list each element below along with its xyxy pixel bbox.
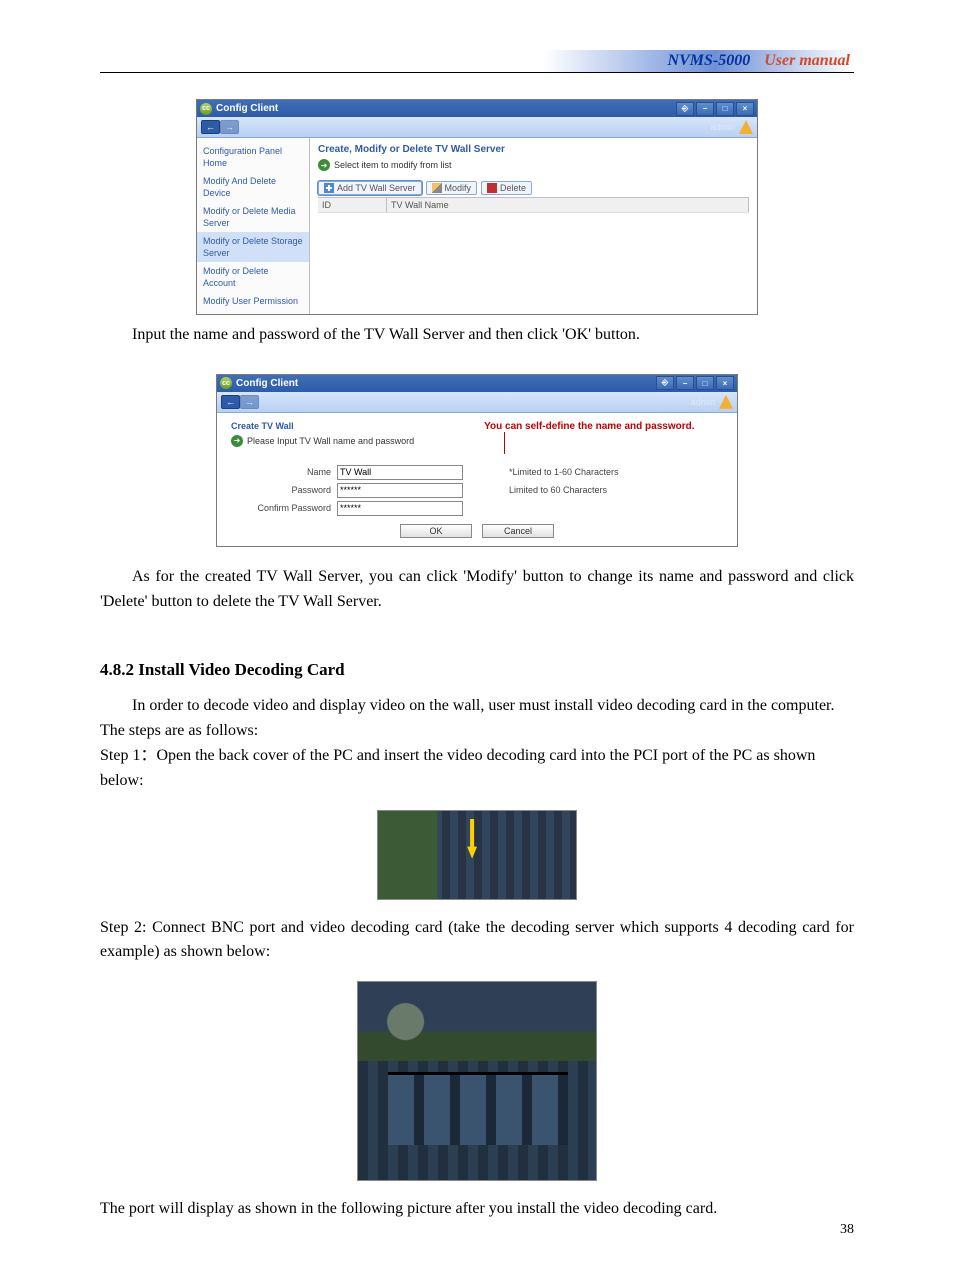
form-hint: Please Input TV Wall name and password bbox=[247, 436, 414, 446]
paragraph-modify-delete: As for the created TV Wall Server, you c… bbox=[100, 565, 854, 615]
hint-icon: ➜ bbox=[231, 435, 243, 447]
maximize-icon[interactable]: □ bbox=[716, 102, 734, 116]
config-client-window-2: cc Config Client ⎆ − □ × ← → admin Creat… bbox=[216, 374, 738, 547]
app-icon: cc bbox=[220, 377, 232, 389]
col-id: ID bbox=[318, 198, 387, 212]
product-name: NVMS-5000 bbox=[668, 52, 751, 69]
titlebar: cc Config Client ⎆ − □ × bbox=[217, 375, 737, 392]
add-tv-wall-label: Add TV Wall Server bbox=[337, 183, 416, 193]
content-hint: Select item to modify from list bbox=[334, 160, 452, 170]
header-text: NVMS-5000 User manual bbox=[668, 52, 850, 70]
modify-label: Modify bbox=[445, 183, 472, 193]
maximize-icon[interactable]: □ bbox=[696, 376, 714, 390]
figure-bnc-connect bbox=[357, 981, 597, 1181]
titlebar: cc Config Client ⎆ − □ × bbox=[197, 100, 757, 117]
table-row[interactable] bbox=[318, 212, 749, 235]
plus-icon bbox=[324, 183, 334, 193]
content-panel: Create, Modify or Delete TV Wall Server … bbox=[310, 138, 757, 314]
hint-icon: ➜ bbox=[318, 159, 330, 171]
callout-text: You can self-define the name and passwor… bbox=[484, 421, 694, 432]
minimize-icon[interactable]: − bbox=[696, 102, 714, 116]
page-number: 38 bbox=[840, 1222, 854, 1238]
content-title: Create, Modify or Delete TV Wall Server bbox=[318, 144, 749, 155]
delete-button[interactable]: Delete bbox=[481, 181, 532, 195]
close-icon[interactable]: × bbox=[736, 102, 754, 116]
paragraph-intro: In order to decode video and display vid… bbox=[100, 694, 854, 719]
trash-icon bbox=[487, 183, 497, 193]
window-buttons: ⎆ − □ × bbox=[656, 376, 734, 390]
name-hint: *Limited to 1-60 Characters bbox=[509, 467, 619, 477]
minimize-icon[interactable]: − bbox=[676, 376, 694, 390]
confirm-password-field[interactable] bbox=[337, 501, 463, 516]
password-hint: Limited to 60 Characters bbox=[509, 485, 607, 495]
nav-forward-button[interactable]: → bbox=[220, 120, 239, 134]
lock-icon[interactable]: ⎆ bbox=[676, 102, 694, 116]
col-name: TV Wall Name bbox=[387, 198, 749, 212]
ok-button[interactable]: OK bbox=[400, 524, 472, 538]
confirm-password-label: Confirm Password bbox=[231, 503, 331, 513]
current-user-label: admin bbox=[690, 397, 715, 407]
config-client-window-1: cc Config Client ⎆ − □ × ← → admin Confi… bbox=[196, 99, 758, 315]
nav-back-button[interactable]: ← bbox=[221, 395, 240, 409]
name-label: Name bbox=[231, 467, 331, 477]
window-title: Config Client bbox=[216, 103, 278, 114]
nav-forward-button[interactable]: → bbox=[240, 395, 259, 409]
sidebar-item-permission[interactable]: Modify User Permission bbox=[197, 292, 309, 310]
navbar: ← → admin bbox=[197, 117, 757, 138]
section-heading: 4.8.2 Install Video Decoding Card bbox=[100, 660, 854, 680]
user-icon[interactable] bbox=[739, 120, 753, 134]
sidebar: Configuration Panel Home Modify And Dele… bbox=[197, 138, 310, 314]
sidebar-item-media[interactable]: Modify or Delete Media Server bbox=[197, 202, 309, 232]
delete-label: Delete bbox=[500, 183, 526, 193]
user-icon[interactable] bbox=[719, 395, 733, 409]
paragraph-steps-intro: The steps are as follows: bbox=[100, 719, 854, 744]
app-icon: cc bbox=[200, 103, 212, 115]
lock-icon[interactable]: ⎆ bbox=[656, 376, 674, 390]
window-title: Config Client bbox=[236, 378, 298, 389]
password-label: Password bbox=[231, 485, 331, 495]
password-field[interactable] bbox=[337, 483, 463, 498]
close-icon[interactable]: × bbox=[716, 376, 734, 390]
step1-text: Step 1：Open the back cover of the PC and… bbox=[100, 744, 854, 794]
page-header: NVMS-5000 User manual bbox=[100, 50, 854, 73]
name-field[interactable] bbox=[337, 465, 463, 480]
window-buttons: ⎆ − □ × bbox=[676, 102, 754, 116]
section-title: Create TV Wall bbox=[231, 421, 414, 431]
manual-label: User manual bbox=[764, 52, 850, 69]
sidebar-item-storage[interactable]: Modify or Delete Storage Server bbox=[197, 232, 309, 262]
navbar: ← → admin bbox=[217, 392, 737, 413]
modify-button[interactable]: Modify bbox=[426, 181, 478, 195]
step2-text: Step 2: Connect BNC port and video decod… bbox=[100, 916, 854, 966]
paragraph-port-display: The port will display as shown in the fo… bbox=[100, 1197, 854, 1222]
table-header: ID TV Wall Name bbox=[318, 197, 749, 212]
pencil-icon bbox=[432, 183, 442, 193]
callout-leader-line bbox=[504, 432, 505, 454]
figure-pcb-insert bbox=[377, 810, 577, 900]
sidebar-item-device[interactable]: Modify And Delete Device bbox=[197, 172, 309, 202]
add-tv-wall-button[interactable]: Add TV Wall Server bbox=[318, 181, 422, 195]
instruction-input-name: Input the name and password of the TV Wa… bbox=[100, 323, 854, 348]
current-user-label: admin bbox=[710, 122, 735, 132]
toolbar: Add TV Wall Server Modify Delete bbox=[318, 181, 749, 195]
sidebar-item-account[interactable]: Modify or Delete Account bbox=[197, 262, 309, 292]
cancel-button[interactable]: Cancel bbox=[482, 524, 554, 538]
nav-back-button[interactable]: ← bbox=[201, 120, 220, 134]
sidebar-item-home[interactable]: Configuration Panel Home bbox=[197, 142, 309, 172]
